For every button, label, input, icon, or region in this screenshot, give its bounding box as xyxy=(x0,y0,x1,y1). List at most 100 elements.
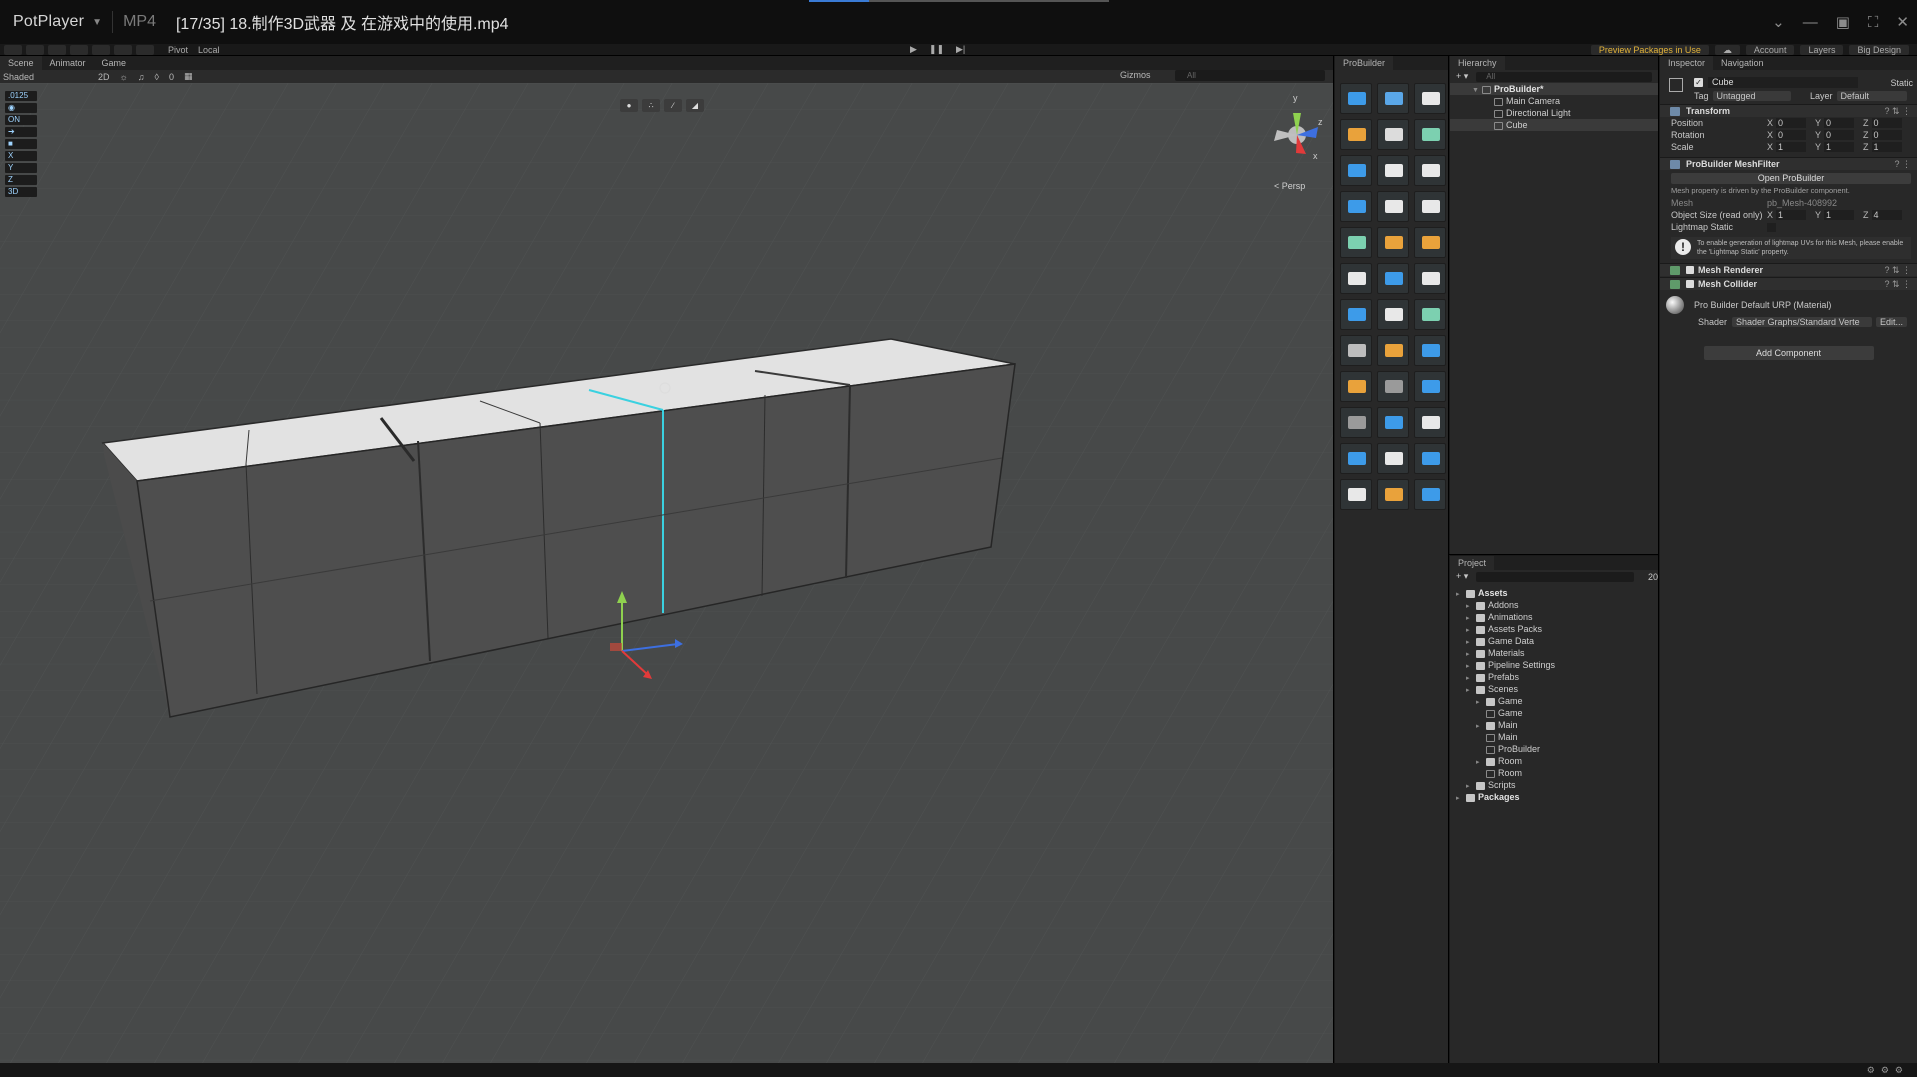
grid-toggle-icon[interactable]: ▦ xyxy=(184,71,193,82)
perspective-label[interactable]: < Persp xyxy=(1274,181,1305,191)
transform-position-row[interactable]: Position X 0 Y 0 Z 0 xyxy=(1660,117,1917,129)
layout-dropdown[interactable]: Big Design xyxy=(1849,44,1909,55)
object-mode-icon[interactable]: ● xyxy=(620,99,638,112)
position-z-field[interactable]: 0 xyxy=(1871,118,1902,128)
scale-x-field[interactable]: 1 xyxy=(1776,142,1807,152)
step-button[interactable]: ▶| xyxy=(956,44,965,55)
position-x-field[interactable]: 0 xyxy=(1776,118,1807,128)
tab-game[interactable]: Game xyxy=(94,56,135,70)
rotate-tool-button[interactable] xyxy=(48,44,66,55)
lighting-toggle-icon[interactable]: ☼ xyxy=(120,72,128,82)
face-mode-icon[interactable]: ◢ xyxy=(686,99,704,112)
view-tool-button[interactable] xyxy=(4,44,22,55)
position-y-field[interactable]: 0 xyxy=(1824,118,1855,128)
player-menu-chevron-icon[interactable]: ▼ xyxy=(92,17,102,28)
probuilder-tool-icon[interactable] xyxy=(1377,191,1409,222)
meshfilter-component-header[interactable]: ProBuilder MeshFilter ? ⋮ xyxy=(1660,157,1917,170)
audio-toggle-icon[interactable]: ♫ xyxy=(138,72,145,82)
hidden-objects-count[interactable]: 0 xyxy=(169,72,174,82)
probuilder-tool-icon[interactable] xyxy=(1414,371,1446,402)
scale-y-field[interactable]: 1 xyxy=(1824,142,1855,152)
scale-z-field[interactable]: 1 xyxy=(1871,142,1902,152)
probuilder-tool-icon[interactable] xyxy=(1377,335,1409,366)
rotation-y-field[interactable]: 0 xyxy=(1824,130,1855,140)
transform-component-header[interactable]: Transform ? ⇅ ⋮ xyxy=(1660,104,1917,117)
project-item[interactable]: Main xyxy=(1450,731,1658,743)
scene-viewport[interactable]: y x z < Persp .0125 ◉ ON ➔ ■ X Y Z 3D ● … xyxy=(0,83,1333,1063)
shading-mode-dropdown[interactable]: Shaded xyxy=(3,72,88,82)
project-item[interactable]: ▸ Packages xyxy=(1450,791,1658,803)
component-menu-icon[interactable]: ? ⇅ ⋮ xyxy=(1884,106,1911,117)
pivot-toggle[interactable]: Pivot xyxy=(168,45,188,55)
project-item[interactable]: ▸ Scenes xyxy=(1450,683,1658,695)
project-item[interactable]: ▸ Animations xyxy=(1450,611,1658,623)
component-menu-icon[interactable]: ? ⇅ ⋮ xyxy=(1884,265,1911,276)
tag-dropdown[interactable]: Untagged xyxy=(1712,91,1791,101)
probuilder-tool-icon[interactable] xyxy=(1340,443,1372,474)
overlay-arrow-icon[interactable]: ➔ xyxy=(5,127,37,137)
minimize-icon[interactable]: — xyxy=(1803,14,1818,31)
player-progress-bar[interactable] xyxy=(809,0,1109,2)
create-object-button[interactable]: + ▾ xyxy=(1456,71,1468,82)
lightmap-static-checkbox[interactable] xyxy=(1767,222,1776,232)
mesh-renderer-component-header[interactable]: Mesh Renderer ? ⇅ ⋮ xyxy=(1660,263,1917,276)
static-toggle[interactable]: Static xyxy=(1890,78,1913,88)
probuilder-title[interactable]: ProBuilder xyxy=(1335,56,1394,70)
hierarchy-item-scene[interactable]: ▼ ProBuilder* xyxy=(1450,83,1658,95)
probuilder-tool-icon[interactable] xyxy=(1377,227,1409,258)
project-item[interactable]: ▸ Addons xyxy=(1450,599,1658,611)
probuilder-tool-icon[interactable] xyxy=(1377,299,1409,330)
project-item[interactable]: Room xyxy=(1450,767,1658,779)
mesh-collider-component-header[interactable]: Mesh Collider ? ⇅ ⋮ xyxy=(1660,277,1917,290)
probuilder-tool-icon[interactable] xyxy=(1414,299,1446,330)
open-probuilder-button[interactable]: Open ProBuilder xyxy=(1671,173,1911,184)
probuilder-tool-icon[interactable] xyxy=(1414,335,1446,366)
project-item[interactable]: Game xyxy=(1450,707,1658,719)
hierarchy-title[interactable]: Hierarchy xyxy=(1450,56,1505,70)
layers-dropdown[interactable]: Layers xyxy=(1800,44,1844,55)
transform-rotation-row[interactable]: Rotation X 0 Y 0 Z 0 xyxy=(1660,129,1917,141)
probuilder-tool-icon[interactable] xyxy=(1377,119,1409,150)
overlay-axis-y[interactable]: Y xyxy=(5,163,37,173)
overlay-visibility-icon[interactable]: ◉ xyxy=(5,103,37,113)
gizmos-dropdown[interactable]: Gizmos xyxy=(1120,70,1151,80)
shader-dropdown[interactable]: Shader Graphs/Standard Verte xyxy=(1732,317,1872,327)
probuilder-tool-icon[interactable] xyxy=(1414,191,1446,222)
probuilder-tool-icon[interactable] xyxy=(1340,191,1372,222)
probuilder-tool-icon[interactable] xyxy=(1377,479,1409,510)
layer-dropdown[interactable]: Default xyxy=(1836,91,1907,101)
player-app-name[interactable]: PotPlayer xyxy=(13,13,84,31)
hierarchy-item-main-camera[interactable]: Main Camera xyxy=(1450,95,1658,107)
project-search-input[interactable] xyxy=(1476,571,1634,582)
probuilder-tool-icon[interactable] xyxy=(1414,263,1446,294)
probuilder-tool-icon[interactable] xyxy=(1414,155,1446,186)
fullscreen-icon[interactable]: ⛶ xyxy=(1868,14,1879,31)
project-item[interactable]: ▸ Assets xyxy=(1450,587,1658,599)
project-item[interactable]: ▸ Scripts xyxy=(1450,779,1658,791)
probuilder-tool-icon[interactable] xyxy=(1340,335,1372,366)
2d-toggle[interactable]: 2D xyxy=(98,72,110,82)
project-item[interactable]: ▸ Room xyxy=(1450,755,1658,767)
scale-tool-button[interactable] xyxy=(70,44,88,55)
mesh-renderer-enabled-checkbox[interactable] xyxy=(1686,266,1694,274)
hidden-packages-count[interactable]: 20 xyxy=(1648,572,1658,582)
probuilder-tool-icon[interactable] xyxy=(1377,371,1409,402)
project-item[interactable]: ▸ Materials xyxy=(1450,647,1658,659)
pause-button[interactable]: ❚❚ xyxy=(929,44,944,55)
collab-icon[interactable]: ☁ xyxy=(1714,44,1740,55)
edge-mode-icon[interactable]: ∕ xyxy=(664,99,682,112)
probuilder-tool-icon[interactable] xyxy=(1414,479,1446,510)
scene-search-input[interactable]: All xyxy=(1175,70,1325,81)
component-menu-icon[interactable]: ? ⋮ xyxy=(1894,159,1911,170)
create-asset-button[interactable]: + ▾ xyxy=(1456,571,1468,582)
project-item[interactable]: ▸ Main xyxy=(1450,719,1658,731)
effects-toggle-icon[interactable]: ◊ xyxy=(155,72,159,82)
probuilder-tool-icon[interactable] xyxy=(1340,119,1372,150)
probuilder-tool-icon[interactable] xyxy=(1377,263,1409,294)
tab-inspector[interactable]: Inspector xyxy=(1660,56,1714,70)
move-tool-button[interactable] xyxy=(26,44,44,55)
overlay-axis-x[interactable]: X xyxy=(5,151,37,161)
rotation-z-field[interactable]: 0 xyxy=(1871,130,1902,140)
project-item[interactable]: ▸ Prefabs xyxy=(1450,671,1658,683)
probuilder-tool-icon[interactable] xyxy=(1414,119,1446,150)
